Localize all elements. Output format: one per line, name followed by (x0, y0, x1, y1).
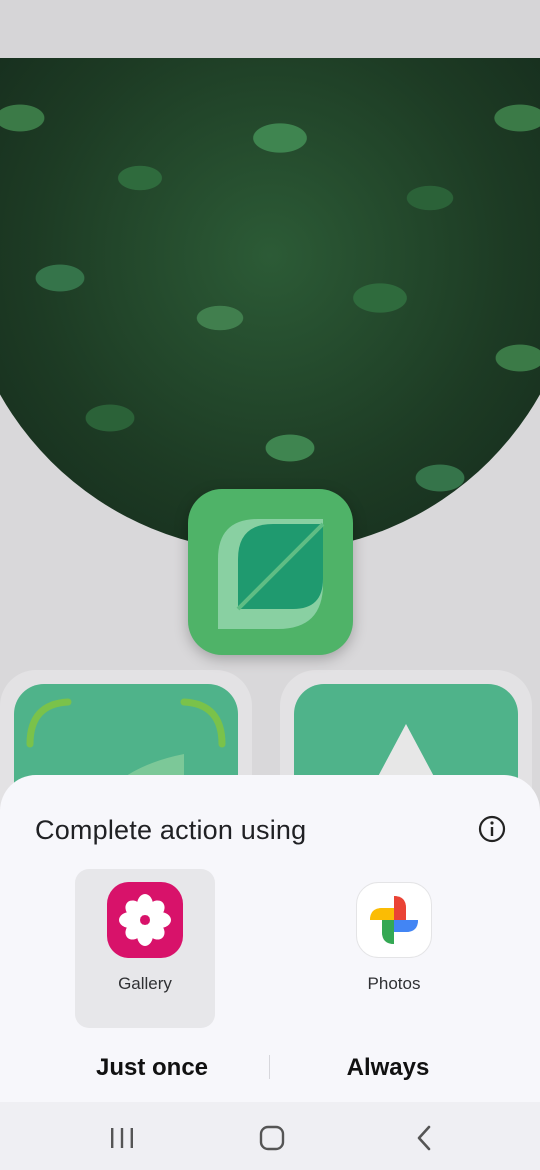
gallery-flower-icon (107, 882, 183, 958)
app-option-label: Gallery (118, 974, 172, 993)
sheet-title: Complete action using (35, 815, 307, 845)
choice-divider (269, 1055, 270, 1079)
app-option-photos[interactable]: Photos (324, 869, 464, 1028)
always-button[interactable]: Always (288, 1048, 488, 1088)
status-bar (0, 0, 540, 58)
recent-apps-icon[interactable] (102, 1120, 142, 1156)
leaf-icon (188, 489, 353, 655)
photos-pinwheel-icon (356, 882, 432, 958)
just-once-button[interactable]: Just once (52, 1048, 252, 1088)
app-option-label: Photos (367, 974, 421, 993)
hero-leaves-image (0, 58, 540, 552)
home-icon[interactable] (252, 1120, 292, 1156)
back-icon[interactable] (404, 1120, 444, 1156)
app-option-gallery[interactable]: Gallery (75, 869, 215, 1028)
info-icon[interactable] (478, 815, 506, 843)
